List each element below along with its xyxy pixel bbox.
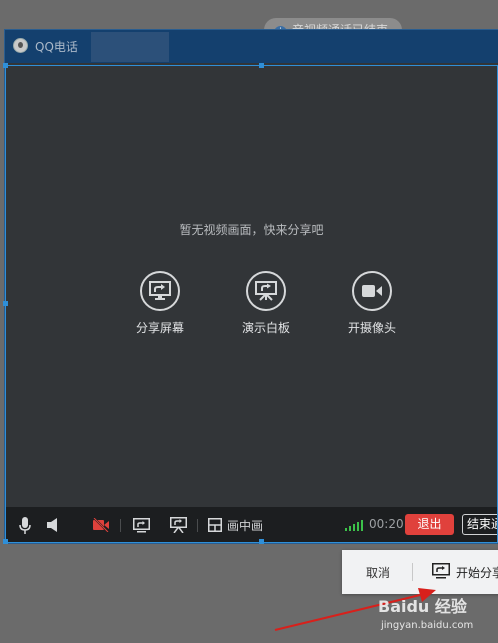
picture-in-picture-label[interactable]: 画中画 [227,517,263,534]
microphone-icon[interactable] [16,516,34,534]
whiteboard-label: 演示白板 [241,321,290,335]
blurred-contact-name [91,32,169,62]
camera-label: 开摄像头 [347,321,396,335]
camera-icon[interactable] [352,271,392,311]
whiteboard-icon[interactable] [246,271,286,311]
share-screen-icon[interactable] [140,271,180,311]
window-title: QQ电话 [35,40,78,54]
exit-button[interactable]: 退出 [405,514,454,535]
baidu-watermark: Baidu 经验 [378,597,467,616]
toolbar-share-screen-icon[interactable] [132,516,150,534]
camera-off-icon[interactable] [92,516,110,534]
whiteboard-option[interactable]: 演示白板 [221,271,311,336]
signal-strength-icon [345,519,365,531]
toolbar-whiteboard-icon[interactable] [169,516,187,534]
qq-call-window: QQ电话 暂无视频画面，快来分享吧 分享屏幕 演示白板 开摄像头 画中画 00:… [5,30,498,543]
call-toolbar: 画中画 00:20 退出 结束通话 [5,507,498,543]
camera-option[interactable]: 开摄像头 [327,271,417,336]
picture-in-picture-icon[interactable] [206,516,224,534]
baidu-watermark-url: jingyan.baidu.com [381,620,474,631]
share-screen-label: 分享屏幕 [135,321,184,335]
speaker-icon[interactable] [44,516,62,534]
call-timer: 00:20 [369,517,404,531]
share-screen-option[interactable]: 分享屏幕 [115,271,205,336]
start-share-button[interactable]: 开始分享 [456,564,498,581]
qq-logo-icon [13,38,28,53]
title-bar[interactable]: QQ电话 [5,30,498,63]
no-video-message: 暂无视频画面，快来分享吧 [179,223,324,237]
end-call-button[interactable]: 结束通话 [462,514,498,535]
